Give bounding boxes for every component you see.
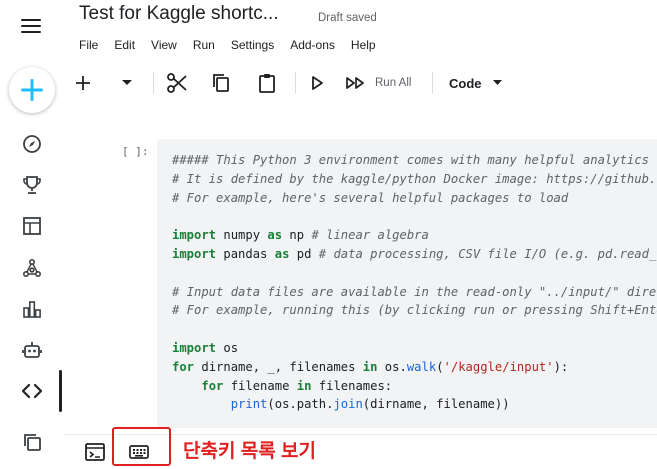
toolbar-divider: [432, 72, 433, 94]
paste-button[interactable]: [255, 64, 279, 102]
save-status: Draft saved: [318, 12, 377, 24]
run-cell-button[interactable]: [307, 64, 327, 102]
create-icon: [21, 79, 43, 101]
copy-button[interactable]: [209, 64, 233, 102]
toolbar-divider: [153, 72, 154, 94]
cut-icon: [167, 73, 187, 93]
notebook-toolbar: Run All Code: [63, 64, 657, 102]
add-cell-button[interactable]: [71, 64, 95, 102]
robot-icon: [21, 342, 42, 358]
chevron-down-icon: [492, 80, 502, 85]
toolbar-divider: [295, 72, 296, 94]
add-cell-dropdown[interactable]: [117, 64, 137, 102]
console-button[interactable]: [85, 443, 105, 466]
annotation-label: 단축키 목록 보기: [183, 441, 316, 462]
menu-view[interactable]: View: [151, 38, 177, 52]
console-icon: [85, 443, 105, 461]
create-button[interactable]: [9, 67, 55, 113]
run-all-button[interactable]: Run All: [346, 64, 418, 102]
menu-addons[interactable]: Add-ons: [290, 38, 335, 52]
nav-competitions[interactable]: [0, 168, 63, 202]
left-rail: [0, 0, 63, 468]
play-icon: [312, 76, 323, 90]
table-icon: [22, 217, 41, 235]
trophy-icon: [22, 176, 41, 194]
menu-bar: File Edit View Run Settings Add-ons Help: [79, 38, 392, 52]
copy-icon: [23, 434, 41, 451]
code-editor[interactable]: ##### This Python 3 environment comes wi…: [157, 139, 657, 414]
menu-help[interactable]: Help: [351, 38, 376, 52]
compass-icon: [22, 135, 41, 153]
menu-file[interactable]: File: [79, 38, 98, 52]
cell-type-value: Code: [449, 75, 482, 91]
bar-chart-icon: [22, 301, 41, 318]
code-cell[interactable]: ##### This Python 3 environment comes wi…: [157, 139, 657, 428]
annotation-highlight-box: [112, 427, 171, 466]
chevron-down-icon: [122, 80, 132, 85]
code-icon: [21, 383, 42, 399]
menu-edit[interactable]: Edit: [114, 38, 135, 52]
run-all-icon: [346, 77, 364, 89]
cell-prompt: [ ]:: [122, 145, 149, 158]
models-icon: [22, 258, 41, 278]
cut-button[interactable]: [164, 64, 190, 102]
nav-code[interactable]: [0, 370, 63, 412]
copy-icon: [213, 74, 229, 92]
cell-type-select[interactable]: Code: [449, 64, 509, 102]
nav-datasets[interactable]: [0, 209, 63, 243]
menu-icon[interactable]: [21, 19, 41, 35]
notebook-header: Test for Kaggle shortc... Draft saved Fi…: [63, 0, 657, 62]
add-icon: [76, 76, 90, 90]
notebook-title[interactable]: Test for Kaggle shortc...: [79, 3, 279, 25]
nav-copy[interactable]: [0, 425, 63, 459]
nav-explore[interactable]: [0, 127, 63, 161]
paste-icon: [259, 74, 275, 93]
nav-leaderboard[interactable]: [0, 292, 63, 326]
nav-models[interactable]: [0, 251, 63, 285]
menu-settings[interactable]: Settings: [231, 38, 274, 52]
run-all-label: Run All: [375, 77, 412, 89]
nav-assistant[interactable]: [0, 333, 63, 367]
menu-run[interactable]: Run: [193, 38, 215, 52]
